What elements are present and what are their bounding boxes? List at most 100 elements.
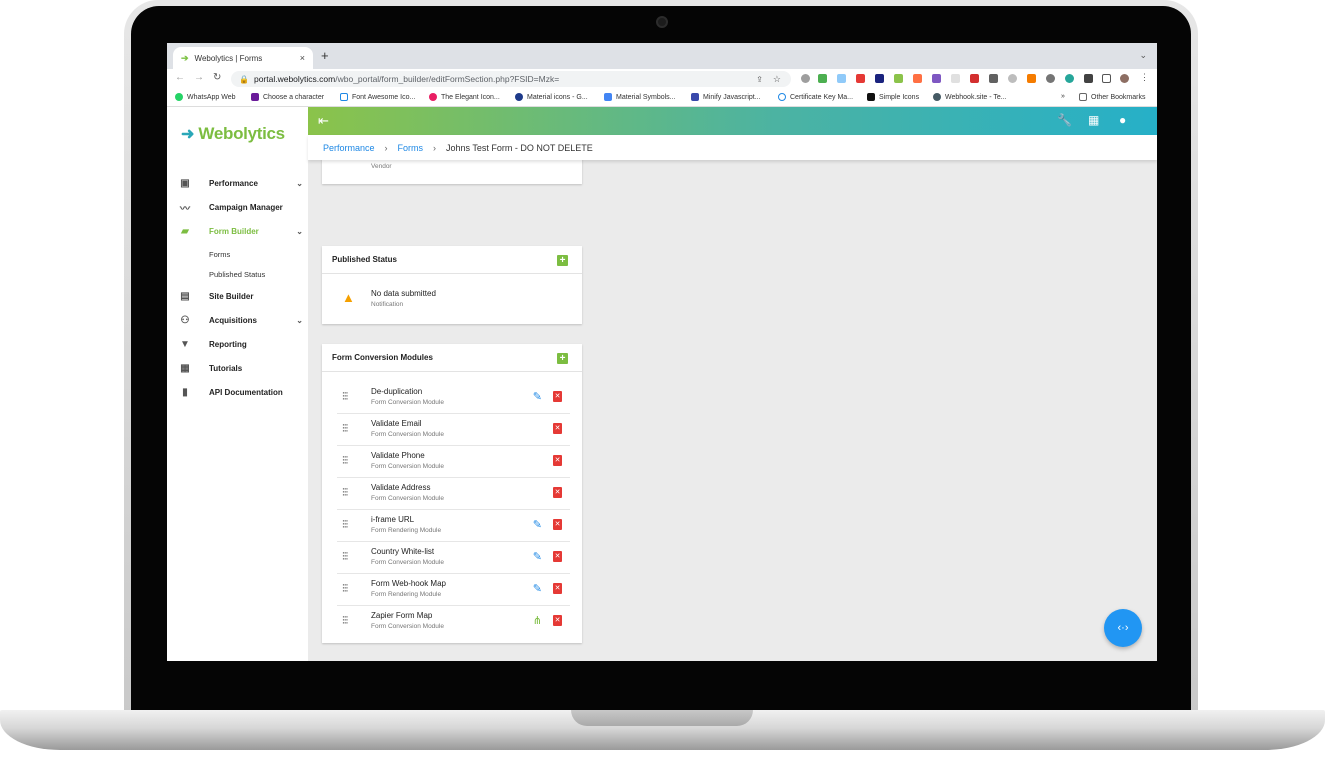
delete-icon[interactable]: ✕: [553, 455, 562, 466]
chevron-right-icon: ›: [384, 142, 388, 153]
sidebar: ➜ Webolytics ▣ Performance ⌄ 〰 Campaign …: [167, 107, 308, 661]
bookmark-item[interactable]: Material icons - G...: [515, 93, 588, 101]
delete-icon[interactable]: ✕: [553, 423, 562, 434]
extension-icon[interactable]: [801, 74, 810, 83]
extension-icon[interactable]: [951, 74, 960, 83]
form-conversion-modules-card: Form Conversion Modules + ⫶⫶⫶ De-duplica…: [322, 344, 582, 643]
minify-icon: [691, 93, 699, 101]
laptop-notch: [571, 710, 753, 726]
sidebar-item-tutorials[interactable]: ▦ Tutorials: [179, 360, 303, 376]
material-icon: [515, 93, 523, 101]
bookmark-item[interactable]: Material Symbols...: [604, 93, 676, 101]
extension-icon[interactable]: [875, 74, 884, 83]
sidebar-item-campaign-manager[interactable]: 〰 Campaign Manager: [179, 199, 303, 215]
tab-search-icon[interactable]: ⌄: [1139, 50, 1147, 61]
back-icon[interactable]: ←: [175, 72, 185, 83]
bookmark-item[interactable]: Minify Javascript...: [691, 93, 761, 101]
url-path: /wbo_portal/form_builder/editFormSection…: [335, 74, 560, 84]
sidebar-subitem-forms[interactable]: Forms: [209, 250, 230, 259]
dashboard-grid-icon[interactable]: ▦: [1088, 113, 1099, 127]
url-input[interactable]: 🔒 portal.webolytics.com/wbo_portal/form_…: [231, 71, 791, 87]
chevron-down-icon: ⌄: [296, 315, 303, 325]
reload-icon[interactable]: ↻: [213, 72, 221, 83]
avatar[interactable]: [1120, 74, 1129, 83]
sidebar-item-acquisitions[interactable]: ⚇ Acquisitions ⌄: [179, 312, 303, 328]
extension-icon[interactable]: [837, 74, 846, 83]
sidebar-item-reporting[interactable]: ▼ Reporting: [179, 336, 303, 352]
logo-text: Webolytics: [198, 124, 285, 143]
close-tab-icon[interactable]: ×: [300, 53, 305, 63]
folder-icon: [1079, 93, 1087, 101]
puzzle-icon[interactable]: [1084, 74, 1093, 83]
table-row: ⫶⫶⫶ Form Web-hook Map Form Rendering Mod…: [337, 574, 570, 606]
bookmark-item[interactable]: The Elegant Icon...: [429, 93, 500, 101]
edit-icon[interactable]: ✎: [533, 582, 542, 595]
lock-icon: 🔒: [239, 74, 249, 84]
account-icon[interactable]: ●: [1119, 113, 1126, 127]
forward-icon[interactable]: →: [194, 72, 204, 83]
collapse-sidebar-icon[interactable]: ⇤: [318, 113, 329, 129]
status-sub: Notification: [371, 301, 404, 308]
elegant-icon: [429, 93, 437, 101]
extension-icon[interactable]: [970, 74, 979, 83]
published-status-card: Published Status + ▲ No data submitted N…: [322, 246, 582, 324]
extension-icon[interactable]: [894, 74, 903, 83]
edit-icon[interactable]: ✎: [533, 518, 542, 531]
browser-icon: ▤: [180, 290, 190, 302]
extension-icon[interactable]: [913, 74, 922, 83]
extension-icon[interactable]: [932, 74, 941, 83]
extension-icon[interactable]: [856, 74, 865, 83]
sidepanel-icon[interactable]: [1102, 74, 1111, 83]
sidebar-item-api-documentation[interactable]: ▮ API Documentation: [179, 384, 303, 400]
breadcrumb-forms[interactable]: Forms: [398, 143, 424, 153]
bookmark-item[interactable]: Font Awesome Ico...: [340, 93, 415, 101]
logo-arrow-icon: ➜: [181, 126, 195, 143]
add-module-button[interactable]: +: [557, 353, 568, 364]
bookmarks-overflow[interactable]: »: [1061, 93, 1065, 100]
bookmark-item[interactable]: Simple Icons: [867, 93, 919, 101]
edit-icon[interactable]: ✎: [533, 550, 542, 563]
sidebar-item-form-builder[interactable]: ▰ Form Builder ⌄: [179, 223, 303, 239]
chat-icon: [251, 93, 259, 101]
extension-icon[interactable]: [1027, 74, 1036, 83]
material-symbols-icon: [604, 93, 612, 101]
chevron-right-icon: ›: [433, 142, 437, 153]
logo[interactable]: ➜ Webolytics: [181, 124, 285, 144]
delete-icon[interactable]: ✕: [553, 391, 562, 402]
bookmark-star-icon[interactable]: ☆: [773, 74, 781, 85]
sidebar-item-performance[interactable]: ▣ Performance ⌄: [179, 175, 303, 191]
extension-icon[interactable]: [1046, 74, 1055, 83]
simple-icons-icon: [867, 93, 875, 101]
browser-tab[interactable]: ➔ Webolytics | Forms ×: [173, 47, 313, 69]
breadcrumb-performance[interactable]: Performance: [323, 143, 375, 153]
edit-icon[interactable]: ✎: [533, 390, 542, 403]
delete-icon[interactable]: ✕: [553, 583, 562, 594]
extension-icon[interactable]: [1008, 74, 1017, 83]
bookmark-item[interactable]: WhatsApp Web: [175, 93, 236, 101]
other-bookmarks[interactable]: Other Bookmarks: [1079, 93, 1145, 101]
bookmark-item[interactable]: Certificate Key Ma...: [778, 93, 853, 101]
delete-icon[interactable]: ✕: [553, 551, 562, 562]
tune-icon: ⫶⫶⫶: [342, 487, 348, 499]
extension-icon[interactable]: [818, 74, 827, 83]
wrench-icon[interactable]: 🔧: [1057, 113, 1072, 127]
sidebar-item-site-builder[interactable]: ▤ Site Builder: [179, 288, 303, 304]
extension-icon[interactable]: [1065, 74, 1074, 83]
bookmark-item[interactable]: Choose a character: [251, 93, 324, 101]
add-button[interactable]: +: [557, 255, 568, 266]
delete-icon[interactable]: ✕: [553, 519, 562, 530]
delete-icon[interactable]: ✕: [553, 487, 562, 498]
status-title: No data submitted: [371, 289, 436, 298]
sidebar-subitem-published-status[interactable]: Published Status: [209, 270, 265, 279]
tune-icon: ⫶⫶⫶: [342, 455, 348, 467]
menu-icon[interactable]: ⋮: [1140, 72, 1149, 83]
share-icon[interactable]: ⇪: [756, 75, 763, 84]
tune-icon: ⫶⫶⫶: [342, 551, 348, 563]
new-tab-button[interactable]: +: [321, 48, 329, 63]
bookmark-item[interactable]: Webhook.site - Te...: [933, 93, 1007, 101]
code-fab-button[interactable]: ‹·›: [1104, 609, 1142, 647]
extension-icon[interactable]: [989, 74, 998, 83]
table-row: ⫶⫶⫶ Validate Phone Form Conversion Modul…: [337, 446, 570, 478]
delete-icon[interactable]: ✕: [553, 615, 562, 626]
zapier-hub-icon[interactable]: ⋔: [533, 614, 542, 627]
